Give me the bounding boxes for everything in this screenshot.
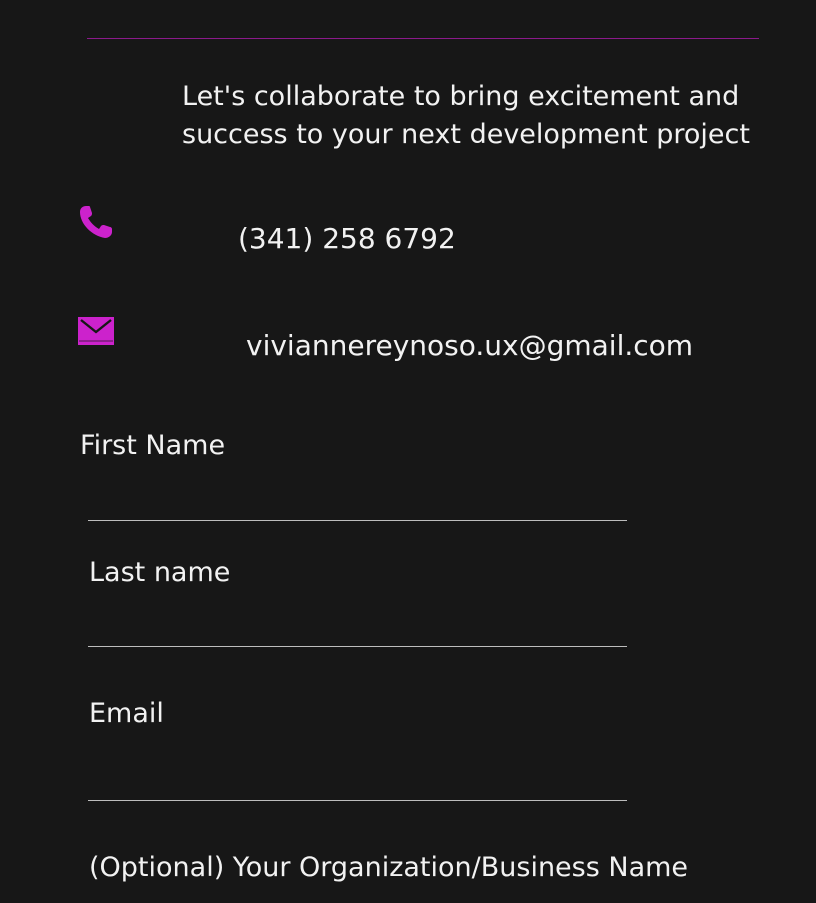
last-name-input[interactable] xyxy=(88,606,627,647)
phone-number[interactable]: (341) 258 6792 xyxy=(238,222,456,256)
tagline-line-1: Let's collaborate to bring excitement an… xyxy=(182,81,740,112)
organization-label: (Optional) Your Organization/Business Na… xyxy=(89,852,689,883)
contact-section: Let's collaborate to bring excitement an… xyxy=(0,0,816,903)
section-divider xyxy=(87,38,759,39)
first-name-input[interactable] xyxy=(88,480,627,521)
last-name-label: Last name xyxy=(89,557,231,588)
tagline-line-2: success to your next development project xyxy=(182,119,750,150)
email-label: Email xyxy=(89,698,164,729)
phone-icon xyxy=(78,204,114,240)
tagline: Let's collaborate to bring excitement an… xyxy=(182,78,802,154)
email-input[interactable] xyxy=(88,760,627,801)
first-name-label: First Name xyxy=(80,430,226,461)
mail-icon xyxy=(78,316,114,352)
email-address[interactable]: viviannereynoso.ux@gmail.com xyxy=(246,329,693,363)
